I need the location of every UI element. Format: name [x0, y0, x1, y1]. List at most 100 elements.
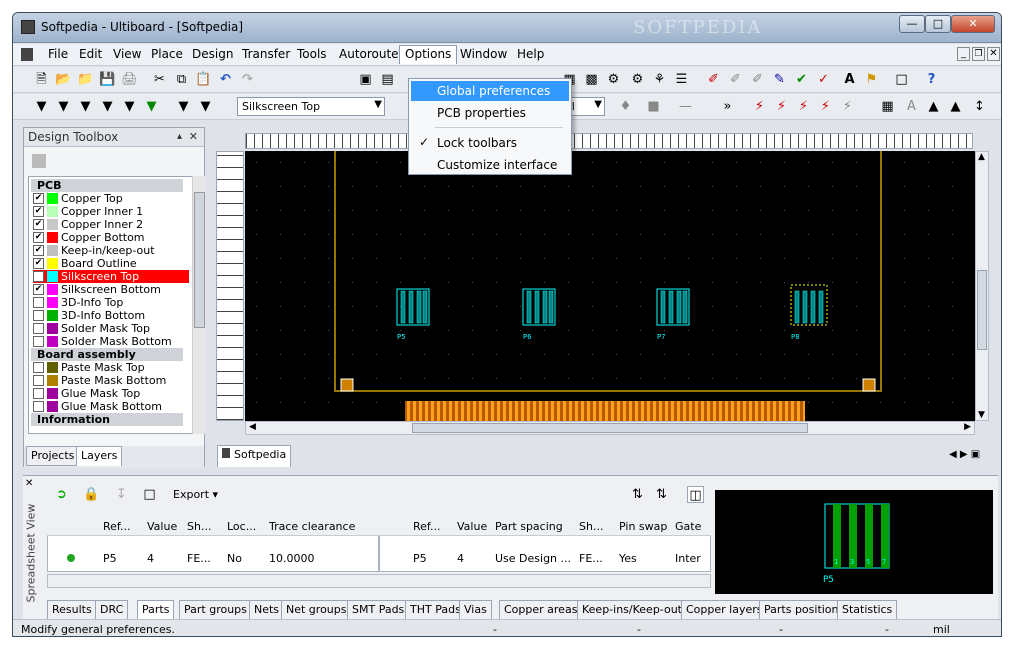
tab-parts[interactable]: Parts: [137, 600, 175, 620]
save-icon[interactable]: 💾: [99, 71, 116, 88]
layer-row[interactable]: ✔ Silkscreen Top: [33, 270, 189, 283]
menu-help[interactable]: Help: [514, 47, 547, 61]
print-icon[interactable]: 🖨: [121, 71, 138, 88]
mdi-close-icon[interactable]: ✕: [987, 47, 1000, 61]
layer-visible-checkbox[interactable]: [33, 336, 44, 347]
layer-row[interactable]: ✔ Copper Inner 1: [33, 205, 189, 218]
part-p7[interactable]: [656, 288, 690, 326]
cell-ref[interactable]: P5: [413, 552, 427, 565]
menu-view[interactable]: View: [110, 47, 144, 61]
part-p5[interactable]: [396, 288, 430, 326]
table-hscrollbar[interactable]: [47, 574, 711, 588]
cell-ref[interactable]: P5: [103, 552, 117, 565]
menu-autoroute[interactable]: Autoroute: [336, 47, 402, 61]
col-header-value[interactable]: Value: [147, 520, 177, 533]
cut-icon[interactable]: ✂: [151, 71, 168, 88]
mdi-minimize-icon[interactable]: _: [957, 47, 970, 61]
scroll-down-icon[interactable]: ▼: [978, 410, 985, 420]
component-icon[interactable]: ⚙: [629, 71, 646, 88]
menu-item-lock-toolbars[interactable]: ✓ Lock toolbars: [411, 133, 569, 153]
menu-item-pcb-properties[interactable]: PCB properties: [411, 103, 569, 123]
layer-select[interactable]: Silkscreen Top ▼: [237, 97, 385, 116]
wizard-icon[interactable]: ⚘: [651, 71, 668, 88]
route-icon[interactable]: ✐: [705, 71, 722, 88]
menu-place[interactable]: Place: [148, 47, 186, 61]
tab-keep-ins-keep-outs[interactable]: Keep-ins/Keep-outs: [577, 600, 693, 620]
drc-icon[interactable]: ✓: [815, 71, 832, 88]
toolbox-pin-icon[interactable]: ▴: [177, 131, 182, 142]
layer-row[interactable]: Paste Mask Top: [33, 361, 189, 374]
text-icon[interactable]: A: [841, 71, 858, 88]
filter-4-icon[interactable]: ▼: [99, 98, 116, 115]
align-icon[interactable]: ☰: [673, 71, 690, 88]
preview-toggle-icon[interactable]: ◫: [687, 486, 704, 503]
tab-parts-position[interactable]: Parts position: [759, 600, 844, 620]
check-icon[interactable]: ✔: [793, 71, 810, 88]
open-project-icon[interactable]: 📁: [77, 71, 94, 88]
minimize-button[interactable]: —: [899, 15, 925, 33]
layer-row[interactable]: ✔ Copper Top: [33, 192, 189, 205]
rotate-icon[interactable]: ▲: [947, 98, 964, 115]
overflow-icon[interactable]: »: [719, 98, 736, 115]
filter-1-icon[interactable]: ▼: [33, 98, 50, 115]
menu-options[interactable]: Options: [399, 45, 458, 64]
filter-2-icon[interactable]: ▼: [55, 98, 72, 115]
tab-nav-icons[interactable]: ◀ ▶ ▣: [949, 449, 980, 460]
layer-visible-checkbox[interactable]: [33, 362, 44, 373]
undo-icon[interactable]: ↶: [217, 71, 234, 88]
scroll-left-icon[interactable]: ◀: [249, 422, 256, 432]
tab-copper-areas[interactable]: Copper areas: [499, 600, 583, 620]
layer-row[interactable]: Paste Mask Bottom: [33, 374, 189, 387]
redo-icon[interactable]: ↷: [239, 71, 256, 88]
scroll-right-icon[interactable]: ▶: [964, 422, 971, 432]
lock-icon[interactable]: 🔒: [83, 486, 100, 503]
tab-document-softpedia[interactable]: Softpedia: [217, 445, 292, 467]
menu-tools[interactable]: Tools: [294, 47, 330, 61]
flip-icon[interactable]: ↕: [971, 98, 988, 115]
col-header-pin-swap[interactable]: Pin swap: [619, 520, 667, 533]
tab-net-groups[interactable]: Net groups: [281, 600, 352, 620]
pcb-hscrollbar[interactable]: ◀ ▶: [245, 421, 975, 435]
cell-locked[interactable]: No: [227, 552, 242, 565]
spreadsheet-close-icon[interactable]: ✕: [25, 478, 33, 489]
net-icon[interactable]: ⚡: [795, 98, 812, 115]
layer-row[interactable]: ✔ Silkscreen Bottom: [33, 283, 189, 296]
layer-visible-checkbox[interactable]: ✔: [33, 271, 44, 282]
maximize-button[interactable]: □: [925, 15, 951, 33]
tab-copper-layers[interactable]: Copper layers: [681, 600, 768, 620]
layer-group-header[interactable]: Board assembly: [31, 348, 183, 361]
layer-visible-checkbox[interactable]: ✔: [33, 258, 44, 269]
grid-icon[interactable]: ▩: [583, 71, 600, 88]
layer-row[interactable]: ✔ Copper Bottom: [33, 231, 189, 244]
help-icon[interactable]: ?: [923, 71, 940, 88]
col-header-part-spacing[interactable]: Part spacing: [495, 520, 563, 533]
highlight-icon[interactable]: ✎: [771, 71, 788, 88]
pcb-canvas[interactable]: P5 P6 P7 P8: [245, 151, 975, 421]
copy-icon[interactable]: ⧉: [173, 71, 190, 88]
layer-group-header[interactable]: Information: [31, 413, 183, 426]
layer-visible-checkbox[interactable]: ✔: [33, 193, 44, 204]
filter-5-icon[interactable]: ▼: [121, 98, 138, 115]
tab-drc[interactable]: DRC: [95, 600, 129, 620]
mirror-icon[interactable]: ▲: [925, 98, 942, 115]
go-to-icon[interactable]: ➲: [53, 486, 70, 503]
layer-row[interactable]: ✔ Board Outline: [33, 257, 189, 270]
layer-visible-checkbox[interactable]: ✔: [33, 219, 44, 230]
layer-visible-checkbox[interactable]: [33, 323, 44, 334]
scroll-up-icon[interactable]: ▲: [978, 152, 985, 162]
cell-value[interactable]: 4: [147, 552, 154, 565]
scroll-thumb[interactable]: [194, 192, 205, 328]
col-header-ref[interactable]: Ref...: [103, 520, 130, 533]
refresh-icon[interactable]: ▣: [357, 71, 374, 88]
trace-icon[interactable]: ✐: [727, 71, 744, 88]
layer-visible-checkbox[interactable]: [33, 401, 44, 412]
color-icon[interactable]: ■: [645, 98, 662, 115]
tab-projects[interactable]: Projects: [26, 446, 80, 466]
tab-results[interactable]: Results: [47, 600, 97, 620]
export-button[interactable]: Export ▾: [173, 488, 218, 501]
menu-transfer[interactable]: Transfer: [239, 47, 293, 61]
tab-statistics[interactable]: Statistics: [837, 600, 898, 620]
layer-visible-checkbox[interactable]: [33, 297, 44, 308]
col-header-locked[interactable]: Loc...: [227, 520, 256, 533]
layer-visible-checkbox[interactable]: ✔: [33, 284, 44, 295]
